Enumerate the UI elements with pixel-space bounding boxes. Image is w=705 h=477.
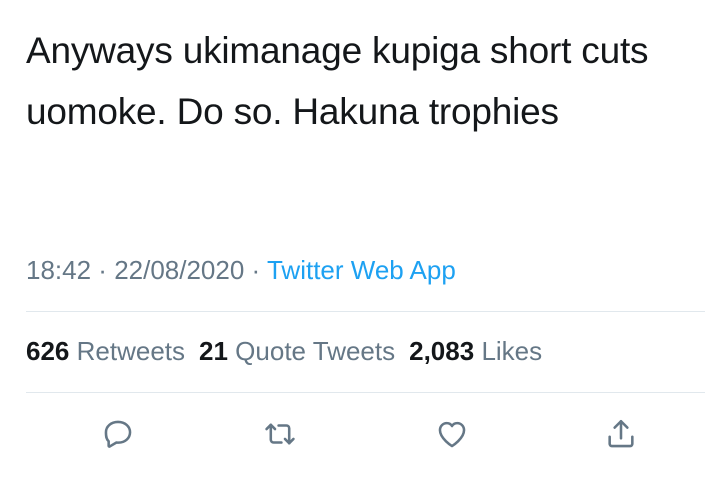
retweet-icon — [265, 423, 295, 445]
tweet-date[interactable]: 22/08/2020 — [114, 255, 244, 285]
tweet-meta: 18:42 · 22/08/2020 · Twitter Web App — [26, 252, 456, 288]
quotes-count: 21 — [199, 336, 228, 366]
meta-separator: · — [91, 255, 115, 285]
reply-icon — [104, 420, 132, 448]
divider — [26, 392, 705, 393]
meta-separator: · — [244, 255, 267, 285]
likes-stat[interactable]: 2,083 Likes — [409, 336, 556, 366]
tweet-time[interactable]: 18:42 — [26, 255, 91, 285]
retweets-stat[interactable]: 626 Retweets — [26, 336, 199, 366]
tweet-actions — [0, 412, 705, 456]
heart-icon — [438, 421, 466, 448]
likes-label: Likes — [481, 336, 543, 366]
share-button[interactable] — [599, 412, 643, 456]
retweet-button[interactable] — [258, 412, 302, 456]
like-button[interactable] — [430, 412, 474, 456]
tweet-source[interactable]: Twitter Web App — [267, 255, 456, 285]
reply-button[interactable] — [96, 412, 140, 456]
tweet-text: Anyways ukimanage kupiga short cuts uomo… — [26, 30, 649, 132]
quotes-stat[interactable]: 21 Quote Tweets — [199, 336, 409, 366]
divider — [26, 311, 705, 312]
quotes-label: Quote Tweets — [235, 336, 396, 366]
likes-count: 2,083 — [409, 336, 475, 366]
retweets-label: Retweets — [76, 336, 186, 366]
tweet-stats: 626 Retweets 21 Quote Tweets 2,083 Likes — [26, 333, 556, 369]
retweets-count: 626 — [26, 336, 70, 366]
share-icon — [608, 419, 634, 448]
